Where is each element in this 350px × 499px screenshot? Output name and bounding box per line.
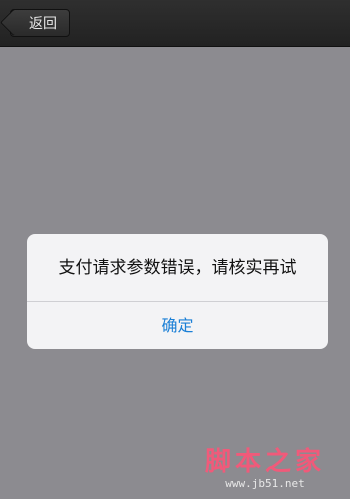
watermark-url: www.jb51.net (225, 477, 305, 490)
back-button-label: 返回 (29, 16, 57, 32)
confirm-button[interactable]: 确定 (27, 302, 328, 349)
watermark: 脚本之家 www.jb51.net (190, 447, 340, 491)
watermark-title: 脚本之家 (204, 447, 325, 477)
back-button[interactable]: 返回 (10, 9, 70, 37)
dialog-message: 支付请求参数错误，请核实再试 (27, 234, 328, 302)
app-screen: 返回 支付请求参数错误，请核实再试 确定 脚本之家 www.jb51.net (0, 0, 350, 499)
alert-dialog: 支付请求参数错误，请核实再试 确定 (27, 234, 328, 349)
navigation-bar: 返回 (0, 0, 350, 47)
